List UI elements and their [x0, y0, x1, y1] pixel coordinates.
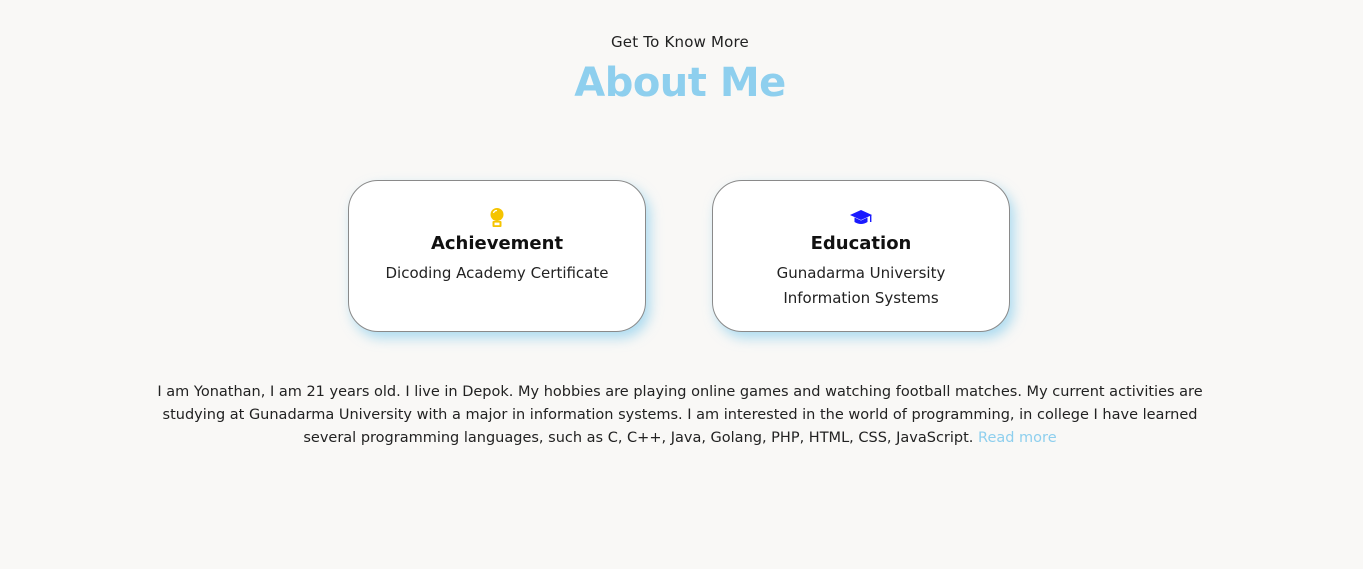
graduation-cap-icon	[713, 207, 1009, 229]
education-card: Education Gunadarma University Informati…	[712, 180, 1010, 332]
card-text: Gunadarma University Information Systems	[713, 261, 1009, 311]
read-more-link[interactable]: Read more	[978, 430, 1057, 446]
section-subtitle: Get To Know More	[610, 33, 749, 51]
card-line: Information Systems	[783, 289, 939, 307]
medal-icon	[349, 207, 645, 229]
card-line: Dicoding Academy Certificate	[385, 264, 609, 282]
card-line: Gunadarma University	[776, 264, 946, 282]
section-title: About Me	[574, 60, 786, 106]
card-text: Dicoding Academy Certificate	[349, 261, 645, 286]
card-title: Education	[810, 233, 912, 254]
achievement-card: Achievement Dicoding Academy Certificate	[348, 180, 646, 332]
about-section: Get To Know More About Me Achievement Di…	[0, 0, 1363, 569]
bio-paragraph: I am Yonathan, I am 21 years old. I live…	[150, 381, 1210, 450]
card-title: Achievement	[430, 233, 564, 254]
